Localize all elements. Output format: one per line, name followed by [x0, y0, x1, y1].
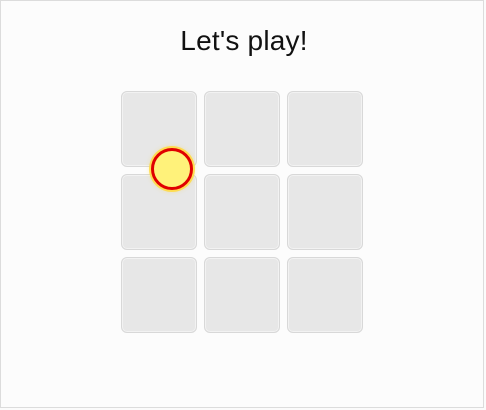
tic-tac-toe-board	[121, 91, 365, 335]
board-cell-r2c2[interactable]	[204, 174, 280, 250]
board-cell-r1c2[interactable]	[204, 91, 280, 167]
page-title: Let's play!	[180, 25, 308, 56]
board-cell-r3c1[interactable]	[121, 257, 197, 333]
board-cell-r1c3[interactable]	[287, 91, 363, 167]
circle-cursor-icon	[151, 148, 193, 190]
game-frame: Let's play!	[0, 0, 484, 408]
board-cell-r3c3[interactable]	[287, 257, 363, 333]
board-cell-r3c2[interactable]	[204, 257, 280, 333]
board-cell-r2c3[interactable]	[287, 174, 363, 250]
